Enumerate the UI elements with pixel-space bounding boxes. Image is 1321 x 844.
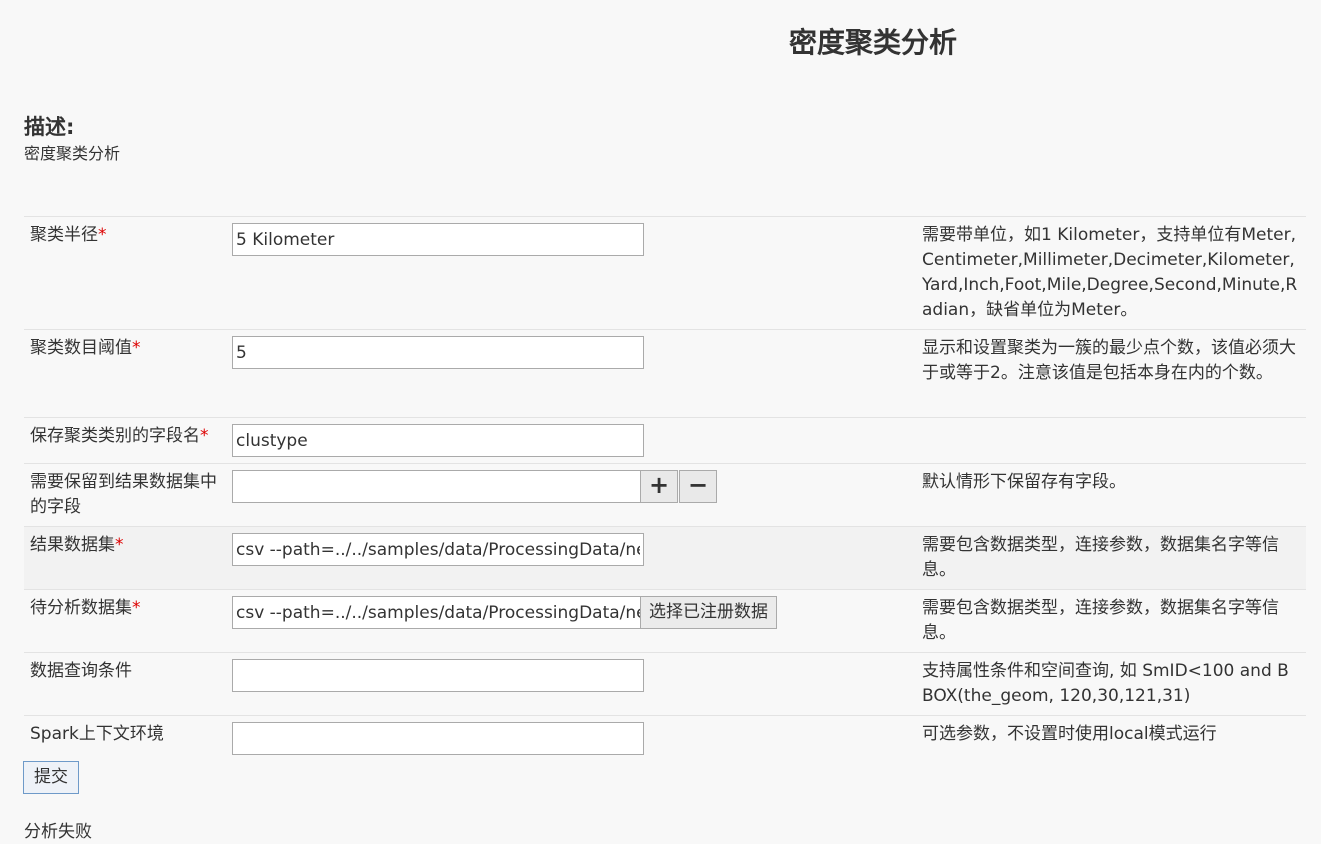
param-help: 默认情形下保留存有字段。: [918, 463, 1306, 527]
minus-icon[interactable]: −: [679, 470, 717, 503]
param-row-min-points: 聚类数目阈值* 显示和设置聚类为一簇的最少点个数，该值必须大于或等于2。注意该值…: [24, 329, 1306, 418]
param-help: 显示和设置聚类为一簇的最少点个数，该值必须大于或等于2。注意该值是包括本身在内的…: [918, 329, 1306, 418]
param-row-query-condition: 数据查询条件 支持属性条件和空间查询, 如 SmID<100 and BBOX(…: [24, 652, 1306, 716]
param-label: 待分析数据集: [30, 598, 132, 618]
param-field-cell: [228, 417, 918, 464]
min-points-input[interactable]: [232, 336, 644, 369]
param-label-cell: 聚类数目阈值*: [24, 329, 228, 418]
param-label-cell: 数据查询条件: [24, 652, 228, 716]
param-row-spark-context: Spark上下文环境 可选参数，不设置时使用local模式运行: [24, 715, 1306, 761]
input-dataset-input[interactable]: [232, 596, 644, 629]
param-label: 需要保留到结果数据集中的字段: [30, 472, 217, 517]
param-label: 聚类数目阈值: [30, 338, 132, 358]
param-row-cluster-radius: 聚类半径* 需要带单位，如1 Kilometer，支持单位有Meter,Cent…: [24, 216, 1306, 330]
description-text: 密度聚类分析: [24, 144, 121, 163]
param-field-cell: 选择已注册数据: [228, 589, 918, 653]
param-help: 需要包含数据类型，连接参数，数据集名字等信息。: [918, 526, 1306, 590]
param-label: 数据查询条件: [30, 661, 132, 681]
parameter-table: 聚类半径* 需要带单位，如1 Kilometer，支持单位有Meter,Cent…: [24, 216, 1306, 761]
param-label-cell: 待分析数据集*: [24, 589, 228, 653]
param-help: 支持属性条件和空间查询, 如 SmID<100 and BBOX(the_geo…: [918, 652, 1306, 716]
page-title: 密度聚类分析: [789, 26, 958, 59]
param-label-cell: 需要保留到结果数据集中的字段: [24, 463, 228, 527]
param-label-cell: 保存聚类类别的字段名*: [24, 417, 228, 464]
required-mark: *: [132, 598, 141, 618]
param-field-cell: [228, 652, 918, 716]
param-row-result-dataset: 结果数据集* 需要包含数据类型，连接参数，数据集名字等信息。: [24, 526, 1306, 590]
required-mark: *: [98, 225, 107, 245]
submit-button[interactable]: 提交: [23, 761, 79, 794]
param-help: 需要包含数据类型，连接参数，数据集名字等信息。: [918, 589, 1306, 653]
param-field-cell: [228, 715, 918, 761]
param-field-cell: + −: [228, 463, 918, 527]
param-row-cluster-field-name: 保存聚类类别的字段名*: [24, 417, 1306, 464]
cluster-radius-input[interactable]: [232, 223, 644, 256]
result-dataset-input[interactable]: [232, 533, 644, 566]
param-help: 需要带单位，如1 Kilometer，支持单位有Meter,Centimeter…: [918, 216, 1306, 330]
plus-icon[interactable]: +: [640, 470, 678, 503]
param-help: 可选参数，不设置时使用local模式运行: [918, 715, 1306, 761]
spark-context-input[interactable]: [232, 722, 644, 755]
result-status: 分析失败: [24, 822, 92, 842]
param-label-cell: 聚类半径*: [24, 216, 228, 330]
param-row-retained-fields: 需要保留到结果数据集中的字段 + − 默认情形下保留存有字段。: [24, 463, 1306, 527]
param-label-cell: 结果数据集*: [24, 526, 228, 590]
param-field-cell: [228, 329, 918, 418]
param-field-cell: [228, 216, 918, 330]
param-label: 聚类半径: [30, 225, 98, 245]
query-condition-input[interactable]: [232, 659, 644, 692]
param-label: 结果数据集: [30, 535, 115, 555]
required-mark: *: [132, 338, 141, 358]
required-mark: *: [200, 426, 209, 446]
param-help: [918, 417, 1306, 464]
required-mark: *: [115, 535, 124, 555]
param-row-input-dataset: 待分析数据集* 选择已注册数据 需要包含数据类型，连接参数，数据集名字等信息。: [24, 589, 1306, 653]
param-label: 保存聚类类别的字段名: [30, 426, 200, 446]
param-label: Spark上下文环境: [30, 724, 164, 744]
param-field-cell: [228, 526, 918, 590]
cluster-field-name-input[interactable]: [232, 424, 644, 457]
description-heading: 描述:: [24, 115, 75, 139]
param-label-cell: Spark上下文环境: [24, 715, 228, 761]
select-registered-data-button[interactable]: 选择已注册数据: [640, 596, 777, 629]
retained-fields-input[interactable]: [232, 470, 644, 503]
